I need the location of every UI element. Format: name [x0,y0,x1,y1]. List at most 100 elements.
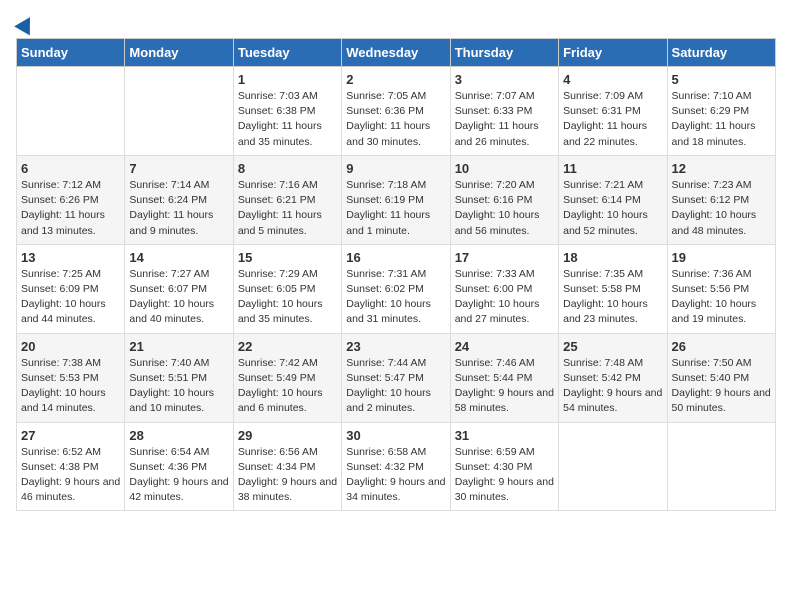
day-info: Sunrise: 7:18 AM Sunset: 6:19 PM Dayligh… [346,178,445,239]
day-info: Sunrise: 7:31 AM Sunset: 6:02 PM Dayligh… [346,267,445,328]
day-info: Sunrise: 7:07 AM Sunset: 6:33 PM Dayligh… [455,89,554,150]
day-info: Sunrise: 7:10 AM Sunset: 6:29 PM Dayligh… [672,89,771,150]
week-row-3: 13 Sunrise: 7:25 AM Sunset: 6:09 PM Dayli… [17,244,776,333]
day-header-sunday: Sunday [17,39,125,67]
calendar-cell: 27 Sunrise: 6:52 AM Sunset: 4:38 PM Dayli… [17,422,125,511]
day-number: 15 [238,250,337,265]
calendar-cell: 9 Sunrise: 7:18 AM Sunset: 6:19 PM Daylig… [342,155,450,244]
calendar-cell: 30 Sunrise: 6:58 AM Sunset: 4:32 PM Dayli… [342,422,450,511]
week-row-4: 20 Sunrise: 7:38 AM Sunset: 5:53 PM Dayli… [17,333,776,422]
day-number: 22 [238,339,337,354]
day-number: 24 [455,339,554,354]
day-number: 10 [455,161,554,176]
calendar-cell: 11Sunrise: 7:21 AM Sunset: 6:14 PM Dayli… [559,155,667,244]
calendar-cell: 12 Sunrise: 7:23 AM Sunset: 6:12 PM Dayli… [667,155,775,244]
day-number: 31 [455,428,554,443]
day-header-thursday: Thursday [450,39,558,67]
day-info: Sunrise: 7:20 AM Sunset: 6:16 PM Dayligh… [455,178,554,239]
day-number: 17 [455,250,554,265]
day-info: Sunrise: 7:23 AM Sunset: 6:12 PM Dayligh… [672,178,771,239]
week-row-2: 6 Sunrise: 7:12 AM Sunset: 6:26 PM Daylig… [17,155,776,244]
day-number: 28 [129,428,228,443]
day-number: 18 [563,250,662,265]
day-number: 1 [238,72,337,87]
day-number: 30 [346,428,445,443]
day-info: Sunrise: 7:12 AM Sunset: 6:26 PM Dayligh… [21,178,120,239]
calendar-cell [559,422,667,511]
day-header-friday: Friday [559,39,667,67]
day-number: 29 [238,428,337,443]
day-number: 20 [21,339,120,354]
day-info: Sunrise: 7:33 AM Sunset: 6:00 PM Dayligh… [455,267,554,328]
day-number: 4 [563,72,662,87]
calendar-cell [667,422,775,511]
calendar-cell: 4 Sunrise: 7:09 AM Sunset: 6:31 PM Daylig… [559,67,667,156]
day-number: 12 [672,161,771,176]
day-number: 26 [672,339,771,354]
calendar-cell: 28 Sunrise: 6:54 AM Sunset: 4:36 PM Dayli… [125,422,233,511]
calendar-cell: 14 Sunrise: 7:27 AM Sunset: 6:07 PM Dayli… [125,244,233,333]
calendar-cell: 1 Sunrise: 7:03 AM Sunset: 6:38 PM Daylig… [233,67,341,156]
day-number: 6 [21,161,120,176]
day-number: 13 [21,250,120,265]
day-number: 19 [672,250,771,265]
day-info: Sunrise: 6:52 AM Sunset: 4:38 PM Dayligh… [21,445,120,506]
day-header-tuesday: Tuesday [233,39,341,67]
day-info: Sunrise: 6:54 AM Sunset: 4:36 PM Dayligh… [129,445,228,506]
calendar-cell [17,67,125,156]
day-info: Sunrise: 7:36 AM Sunset: 5:56 PM Dayligh… [672,267,771,328]
day-number: 3 [455,72,554,87]
day-info: Sunrise: 7:46 AM Sunset: 5:44 PM Dayligh… [455,356,554,417]
week-row-1: 1 Sunrise: 7:03 AM Sunset: 6:38 PM Daylig… [17,67,776,156]
day-header-wednesday: Wednesday [342,39,450,67]
calendar-cell [125,67,233,156]
day-number: 27 [21,428,120,443]
week-row-5: 27 Sunrise: 6:52 AM Sunset: 4:38 PM Dayli… [17,422,776,511]
calendar-cell: 31 Sunrise: 6:59 AM Sunset: 4:30 PM Dayli… [450,422,558,511]
day-header-saturday: Saturday [667,39,775,67]
day-info: Sunrise: 7:50 AM Sunset: 5:40 PM Dayligh… [672,356,771,417]
day-info: Sunrise: 6:58 AM Sunset: 4:32 PM Dayligh… [346,445,445,506]
day-info: Sunrise: 7:38 AM Sunset: 5:53 PM Dayligh… [21,356,120,417]
calendar-cell: 29 Sunrise: 6:56 AM Sunset: 4:34 PM Dayli… [233,422,341,511]
day-number: 7 [129,161,228,176]
calendar-cell: 21 Sunrise: 7:40 AM Sunset: 5:51 PM Dayli… [125,333,233,422]
calendar-cell: 26 Sunrise: 7:50 AM Sunset: 5:40 PM Dayli… [667,333,775,422]
calendar-cell: 2Sunrise: 7:05 AM Sunset: 6:36 PM Daylig… [342,67,450,156]
day-info: Sunrise: 7:42 AM Sunset: 5:49 PM Dayligh… [238,356,337,417]
calendar-cell: 5 Sunrise: 7:10 AM Sunset: 6:29 PM Daylig… [667,67,775,156]
day-info: Sunrise: 7:44 AM Sunset: 5:47 PM Dayligh… [346,356,445,417]
day-number: 9 [346,161,445,176]
day-info: Sunrise: 7:03 AM Sunset: 6:38 PM Dayligh… [238,89,337,150]
calendar-cell: 24 Sunrise: 7:46 AM Sunset: 5:44 PM Dayli… [450,333,558,422]
calendar-cell: 25Sunrise: 7:48 AM Sunset: 5:42 PM Dayli… [559,333,667,422]
day-info: Sunrise: 7:35 AM Sunset: 5:58 PM Dayligh… [563,267,662,328]
day-number: 11 [563,161,662,176]
logo [16,16,35,30]
day-header-monday: Monday [125,39,233,67]
day-number: 21 [129,339,228,354]
calendar-cell: 18 Sunrise: 7:35 AM Sunset: 5:58 PM Dayli… [559,244,667,333]
calendar-cell: 3 Sunrise: 7:07 AM Sunset: 6:33 PM Daylig… [450,67,558,156]
day-number: 16 [346,250,445,265]
calendar-cell: 8Sunrise: 7:16 AM Sunset: 6:21 PM Daylig… [233,155,341,244]
calendar-cell: 19 Sunrise: 7:36 AM Sunset: 5:56 PM Dayli… [667,244,775,333]
day-info: Sunrise: 7:14 AM Sunset: 6:24 PM Dayligh… [129,178,228,239]
day-info: Sunrise: 7:40 AM Sunset: 5:51 PM Dayligh… [129,356,228,417]
calendar-cell: 22 Sunrise: 7:42 AM Sunset: 5:49 PM Dayli… [233,333,341,422]
day-info: Sunrise: 6:59 AM Sunset: 4:30 PM Dayligh… [455,445,554,506]
calendar-cell: 17 Sunrise: 7:33 AM Sunset: 6:00 PM Dayli… [450,244,558,333]
day-info: Sunrise: 7:09 AM Sunset: 6:31 PM Dayligh… [563,89,662,150]
day-info: Sunrise: 7:25 AM Sunset: 6:09 PM Dayligh… [21,267,120,328]
calendar-cell: 20 Sunrise: 7:38 AM Sunset: 5:53 PM Dayli… [17,333,125,422]
days-header-row: SundayMondayTuesdayWednesdayThursdayFrid… [17,39,776,67]
day-info: Sunrise: 6:56 AM Sunset: 4:34 PM Dayligh… [238,445,337,506]
day-number: 14 [129,250,228,265]
calendar-cell: 13 Sunrise: 7:25 AM Sunset: 6:09 PM Dayli… [17,244,125,333]
calendar-cell: 16 Sunrise: 7:31 AM Sunset: 6:02 PM Dayli… [342,244,450,333]
day-info: Sunrise: 7:27 AM Sunset: 6:07 PM Dayligh… [129,267,228,328]
day-number: 5 [672,72,771,87]
day-number: 23 [346,339,445,354]
logo-icon [14,13,38,36]
calendar-cell: 6 Sunrise: 7:12 AM Sunset: 6:26 PM Daylig… [17,155,125,244]
